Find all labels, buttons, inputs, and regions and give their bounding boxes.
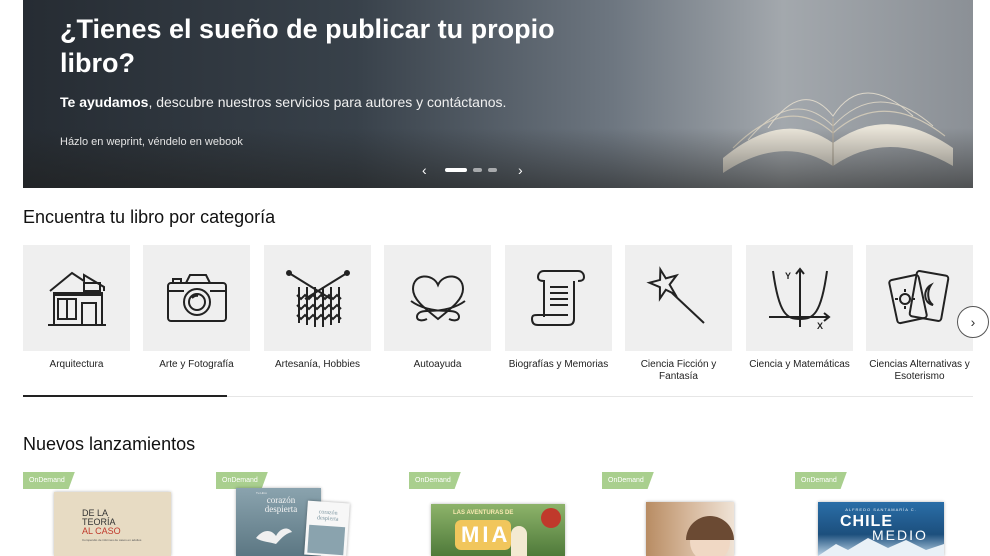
category-label: Artesanía, Hobbies bbox=[274, 359, 361, 370]
hero-subtitle-bold: Te ayudamos bbox=[60, 94, 149, 110]
category-tile: Y X bbox=[746, 245, 853, 351]
building-icon bbox=[47, 271, 106, 326]
ondemand-badge: OnDemand bbox=[602, 472, 654, 489]
book-card[interactable]: OnDemand DE LA TEORÍA AL CASO Compendio … bbox=[23, 472, 199, 556]
carousel-dots bbox=[445, 168, 497, 172]
cover-subtitle: Compendio de informes de casos en adulto… bbox=[82, 538, 142, 542]
category-label: Ciencia Ficción y Fantasía bbox=[640, 359, 717, 382]
ondemand-badge: OnDemand bbox=[216, 472, 268, 489]
cover-title: corazón despierta bbox=[264, 495, 298, 514]
category-ciencias-alternativas-esoterismo[interactable]: Ciencias Alternativas y Esoterismo bbox=[866, 245, 973, 383]
scroll-icon bbox=[530, 270, 585, 326]
book-card[interactable]: OnDemand Tu Libro corazón despierta cora… bbox=[216, 472, 392, 556]
carousel-prev-icon[interactable]: ‹ bbox=[422, 162, 427, 178]
releases-carousel: OnDemand DE LA TEORÍA AL CASO Compendio … bbox=[23, 472, 973, 556]
book-card[interactable]: OnDemand bbox=[602, 472, 778, 556]
dove-image bbox=[256, 528, 292, 544]
category-tile bbox=[625, 245, 732, 351]
category-arquitectura[interactable]: Arquitectura bbox=[23, 245, 130, 371]
cover-top-text: LAS AVENTURAS DE bbox=[453, 510, 514, 516]
carousel-dot-2[interactable] bbox=[473, 168, 482, 172]
hero-subtitle-rest: , descubre nuestros servicios para autor… bbox=[148, 94, 507, 110]
category-next-icon[interactable]: › bbox=[957, 306, 989, 338]
hero-tagline: Házlo en weprint, véndelo en webook bbox=[60, 136, 243, 148]
category-label: Autoayuda bbox=[413, 359, 462, 370]
category-tile bbox=[143, 245, 250, 351]
carousel-dot-3[interactable] bbox=[488, 168, 497, 172]
camera-icon bbox=[166, 274, 227, 322]
ondemand-badge: OnDemand bbox=[409, 472, 461, 489]
category-tile bbox=[505, 245, 612, 351]
book-card[interactable]: OnDemand ALFREDO SANTAMARÍA C. CHILE MED… bbox=[795, 472, 971, 556]
category-scroll-thumb[interactable] bbox=[23, 395, 227, 397]
cover-author: ALFREDO SANTAMARÍA C. bbox=[845, 507, 917, 512]
category-label: Ciencia y Matemáticas bbox=[749, 359, 850, 370]
magic-wand-icon bbox=[645, 266, 705, 324]
cover-title: corazón despierta bbox=[316, 509, 339, 523]
svg-text:Y: Y bbox=[785, 271, 791, 281]
category-tile bbox=[384, 245, 491, 351]
category-label: Arte y Fotografía bbox=[159, 359, 234, 370]
self-hug-heart-icon bbox=[409, 275, 466, 322]
category-autoayuda[interactable]: Autoayuda bbox=[384, 245, 491, 371]
book-cover bbox=[646, 502, 734, 556]
book-cover: ALFREDO SANTAMARÍA C. CHILE MEDIO bbox=[818, 502, 944, 556]
category-carousel: Arquitectura Arte y Fotografía Artesanía… bbox=[23, 245, 973, 395]
category-artesania-hobbies[interactable]: Artesanía, Hobbies bbox=[264, 245, 371, 371]
hero-title: ¿Tienes el sueño de publicar tu propio l… bbox=[60, 14, 555, 78]
parabola-graph-icon: Y X bbox=[768, 267, 831, 331]
category-label: Biografías y Memorias bbox=[508, 359, 609, 370]
category-arte-fotografia[interactable]: Arte y Fotografía bbox=[143, 245, 250, 371]
cover-small-top: Tu Libro bbox=[256, 491, 267, 495]
mountain-image bbox=[818, 538, 944, 556]
knitting-icon bbox=[285, 270, 350, 327]
releases-heading: Nuevos lanzamientos bbox=[23, 434, 196, 454]
tarot-cards-icon bbox=[887, 270, 949, 325]
book-card[interactable]: OnDemand LAS AVENTURAS DE MIA bbox=[409, 472, 585, 556]
category-label: Arquitectura bbox=[49, 359, 104, 370]
category-tile bbox=[23, 245, 130, 351]
carousel-next-icon[interactable]: › bbox=[518, 162, 523, 178]
category-ciencia-ficcion-fantasia[interactable]: Ciencia Ficción y Fantasía bbox=[625, 245, 732, 383]
categories-heading: Encuentra tu libro por categoría bbox=[23, 207, 276, 227]
hero-subtitle: Te ayudamos, descubre nuestros servicios… bbox=[60, 94, 506, 110]
cover-title-line: AL CASO bbox=[82, 526, 121, 536]
category-ciencia-matematicas[interactable]: Y X Ciencia y Matemáticas bbox=[746, 245, 853, 371]
carousel-dot-1[interactable] bbox=[445, 168, 467, 172]
hero-banner[interactable]: ¿Tienes el sueño de publicar tu propio l… bbox=[23, 0, 973, 188]
category-tile bbox=[264, 245, 371, 351]
category-biografias-memorias[interactable]: Biografías y Memorias bbox=[505, 245, 612, 371]
book-cover: DE LA TEORÍA AL CASO Compendio de inform… bbox=[54, 492, 171, 556]
category-tile bbox=[866, 245, 973, 351]
ondemand-badge: OnDemand bbox=[23, 472, 75, 489]
book-cover: LAS AVENTURAS DE MIA bbox=[431, 504, 565, 556]
ondemand-badge: OnDemand bbox=[795, 472, 847, 489]
cover-title: MIA bbox=[461, 522, 511, 547]
book-cover-back: corazón despierta bbox=[304, 500, 350, 556]
svg-text:X: X bbox=[817, 321, 823, 331]
category-label: Ciencias Alternativas y Esoterismo bbox=[869, 359, 970, 382]
